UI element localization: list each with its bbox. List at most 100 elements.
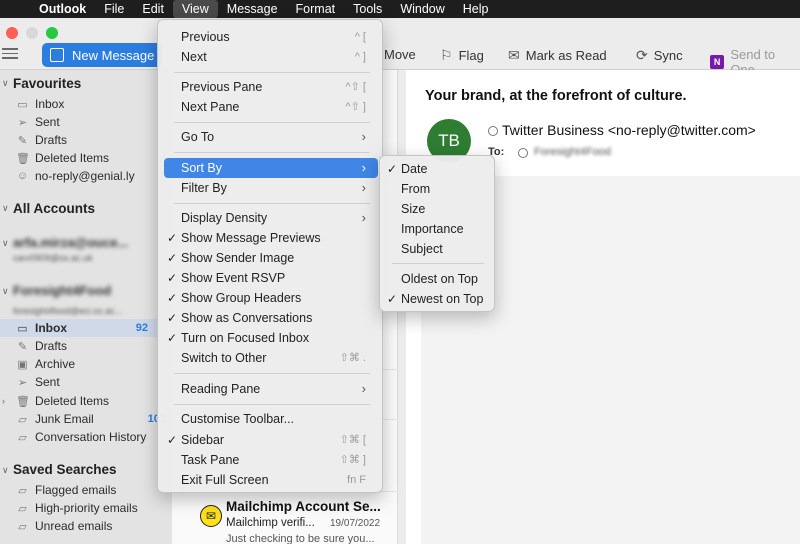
sync-button[interactable]: ⟳ Sync (636, 47, 683, 64)
trash-icon: 🗑 (16, 395, 30, 408)
folder-inbox[interactable]: ▭ Inbox 92 (0, 319, 160, 337)
menu-tools[interactable]: Tools (344, 0, 391, 18)
menu-item-label: Switch to Other (181, 351, 267, 365)
menu-item-sort-by[interactable]: Sort By › (164, 158, 378, 178)
favourites-heading[interactable]: Favourites (13, 76, 81, 91)
menu-window[interactable]: Window (391, 0, 453, 18)
favourite-sent[interactable]: ➢ Sent (16, 113, 166, 131)
menu-message[interactable]: Message (218, 0, 287, 18)
sort-item-importance[interactable]: Importance (384, 219, 490, 239)
sort-item-date[interactable]: ✓ Date (384, 159, 490, 179)
onenote-icon: N (710, 55, 725, 69)
saved-searches-heading[interactable]: Saved Searches (13, 462, 117, 477)
menu-item-show-event-rsvp[interactable]: ✓ Show Event RSVP (164, 268, 378, 288)
compose-icon (50, 48, 64, 62)
menu-item-show-group-headers[interactable]: ✓ Show Group Headers (164, 288, 378, 308)
message-subject: Mailchimp verifi... (226, 517, 315, 529)
recipient-status-icon (518, 148, 528, 158)
chevron-down-icon[interactable]: ∨ (2, 203, 9, 214)
folder-deleted-items[interactable]: 🗑 Deleted Items (16, 392, 166, 410)
menu-edit[interactable]: Edit (133, 0, 173, 18)
all-accounts-heading[interactable]: All Accounts (13, 201, 95, 216)
chevron-down-icon[interactable]: ∨ (2, 286, 9, 297)
menu-item-focused-inbox[interactable]: ✓ Turn on Focused Inbox (164, 328, 378, 348)
folder-junk-email[interactable]: ▱ Junk Email 103 (16, 410, 166, 428)
new-message-button[interactable]: New Message (42, 43, 162, 67)
menu-item-switch-to-other[interactable]: Switch to Other ⇧⌘ . (164, 348, 378, 368)
menu-item-next-pane[interactable]: Next Pane ^⇧ ] (164, 97, 378, 117)
email-to[interactable]: Foresight4Food (534, 146, 611, 158)
folder-label: Sent (35, 375, 60, 389)
chevron-down-icon[interactable]: ∨ (2, 465, 9, 476)
menu-item-display-density[interactable]: Display Density › (164, 208, 378, 228)
saved-search-unread[interactable]: ▱ Unread emails (16, 517, 166, 535)
menu-item-show-sender-image[interactable]: ✓ Show Sender Image (164, 248, 378, 268)
hamburger-icon[interactable] (2, 48, 18, 62)
menu-item-show-message-previews[interactable]: ✓ Show Message Previews (164, 228, 378, 248)
sort-item-size[interactable]: Size (384, 199, 490, 219)
menu-item-next[interactable]: Next ^ ] (164, 47, 378, 67)
chevron-right-icon[interactable]: › (2, 396, 5, 406)
folder-label: Junk Email (35, 412, 94, 426)
menu-item-customise-toolbar[interactable]: Customise Toolbar... (164, 409, 378, 429)
menu-item-show-as-conversations[interactable]: ✓ Show as Conversations (164, 308, 378, 328)
move-button[interactable]: Move (384, 47, 416, 62)
folder-drafts[interactable]: ✎ Drafts (16, 337, 166, 355)
menu-item-task-pane[interactable]: Task Pane ⇧⌘ ] (164, 450, 378, 470)
menu-item-label: Turn on Focused Inbox (181, 331, 310, 345)
sender-status-icon (488, 126, 498, 136)
menu-item-label: Show Sender Image (181, 251, 295, 265)
account-name[interactable]: Foresight4Food (13, 283, 111, 298)
folder-icon: ▱ (18, 484, 27, 497)
checkmark-icon: ✓ (167, 291, 178, 305)
checkmark-icon: ✓ (167, 231, 178, 245)
zoom-window-button[interactable] (46, 27, 58, 39)
email-from[interactable]: Twitter Business <no-reply@twitter.com> (502, 122, 756, 138)
favourite-genially[interactable]: ☺ no-reply@genial.ly (16, 167, 166, 185)
menu-file[interactable]: File (95, 0, 133, 18)
chevron-down-icon[interactable]: ∨ (2, 238, 9, 249)
menu-separator (174, 72, 370, 73)
menu-format[interactable]: Format (287, 0, 345, 18)
minimize-window-button[interactable] (26, 27, 38, 39)
favourite-inbox[interactable]: ▭ Inbox (16, 95, 166, 113)
account-name[interactable]: arfa.mirza@ouce... (13, 235, 128, 250)
favourite-deleted-items[interactable]: 🗑 Deleted Items 4 (16, 149, 166, 167)
folder-conversation-history[interactable]: ▱ Conversation History (16, 428, 166, 446)
sort-item-oldest-on-top[interactable]: Oldest on Top (384, 269, 490, 289)
saved-search-high-priority[interactable]: ▱ High-priority emails (16, 499, 166, 517)
unread-count: 92 (135, 322, 148, 334)
menu-item-reading-pane[interactable]: Reading Pane › (164, 379, 378, 399)
sort-item-from[interactable]: From (384, 179, 490, 199)
mark-as-read-button[interactable]: ✉ Mark as Read (508, 47, 607, 64)
chevron-right-icon: › (361, 160, 366, 175)
drafts-icon: ✎ (17, 340, 28, 353)
menu-item-exit-full-screen[interactable]: Exit Full Screen fn F (164, 470, 378, 490)
menu-item-sidebar[interactable]: ✓ Sidebar ⇧⌘ [ (164, 430, 378, 450)
sort-item-subject[interactable]: Subject (384, 239, 490, 259)
favourite-drafts[interactable]: ✎ Drafts (16, 131, 166, 149)
menu-view[interactable]: View (172, 0, 218, 18)
menu-item-filter-by[interactable]: Filter By › (164, 178, 378, 198)
folder-archive[interactable]: ▣ Archive (16, 355, 166, 373)
sent-icon: ➢ (17, 116, 28, 129)
chevron-down-icon[interactable]: ∨ (2, 78, 9, 89)
menu-item-previous-pane[interactable]: Previous Pane ^⇧ [ (164, 77, 378, 97)
flag-button[interactable]: ⚐ Flag (440, 47, 484, 64)
saved-search-flagged[interactable]: ▱ Flagged emails (16, 481, 166, 499)
system-menu-bar: Outlook File Edit View Message Format To… (0, 0, 800, 18)
menu-outlook[interactable]: Outlook (30, 0, 95, 18)
menu-separator (174, 203, 370, 204)
message-sender[interactable]: Mailchimp Account Se... (226, 499, 381, 514)
close-window-button[interactable] (6, 27, 18, 39)
menu-item-go-to[interactable]: Go To › (164, 127, 378, 147)
menu-item-label: Filter By (181, 181, 227, 195)
menu-help[interactable]: Help (454, 0, 498, 18)
flag-icon: ⚐ (440, 47, 453, 63)
menu-item-label: Customise Toolbar... (181, 412, 295, 426)
menu-item-previous[interactable]: Previous ^ [ (164, 27, 378, 47)
sort-item-newest-on-top[interactable]: ✓ Newest on Top (384, 289, 490, 309)
folder-sent[interactable]: ➢ Sent (16, 373, 166, 391)
chevron-right-icon: › (361, 180, 366, 195)
mark-as-read-label: Mark as Read (525, 48, 607, 63)
